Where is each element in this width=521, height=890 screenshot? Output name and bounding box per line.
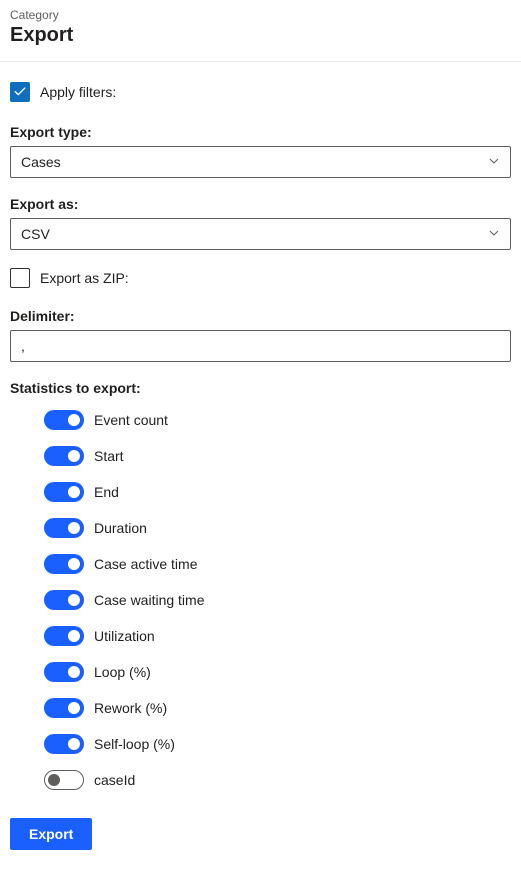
export-zip-checkbox[interactable] — [10, 268, 30, 288]
statistics-toggle-row: End — [44, 482, 511, 502]
toggle-knob — [68, 486, 80, 498]
toggle-knob — [68, 414, 80, 426]
statistics-toggle-label: Utilization — [94, 628, 155, 644]
statistics-toggle[interactable] — [44, 698, 84, 718]
statistics-toggle[interactable] — [44, 518, 84, 538]
chevron-down-icon — [488, 154, 500, 170]
delimiter-label: Delimiter: — [10, 308, 511, 324]
toggle-knob — [68, 450, 80, 462]
checkmark-icon — [13, 85, 27, 99]
statistics-toggle-list: Event count Start End Duration Case active t… — [10, 410, 511, 790]
export-type-select[interactable]: Cases — [10, 146, 511, 178]
export-type-label: Export type: — [10, 124, 511, 140]
header-category: Category — [10, 8, 511, 22]
export-type-field: Export type: Cases — [10, 124, 511, 178]
statistics-section: Statistics to export: Event count Start En… — [10, 380, 511, 790]
toggle-knob — [68, 558, 80, 570]
toggle-knob — [68, 738, 80, 750]
delimiter-field: Delimiter: — [10, 308, 511, 362]
toggle-knob — [48, 774, 60, 786]
export-as-select[interactable]: CSV — [10, 218, 511, 250]
statistics-toggle-row: Loop (%) — [44, 662, 511, 682]
statistics-toggle-row: Case waiting time — [44, 590, 511, 610]
statistics-toggle-label: Duration — [94, 520, 147, 536]
page-header: Category Export — [0, 0, 521, 62]
toggle-knob — [68, 702, 80, 714]
chevron-down-icon — [488, 226, 500, 242]
export-as-label: Export as: — [10, 196, 511, 212]
header-title: Export — [10, 24, 511, 47]
statistics-toggle-label: End — [94, 484, 119, 500]
export-form: Apply filters: Export type: Cases Export… — [0, 62, 521, 860]
statistics-toggle[interactable] — [44, 626, 84, 646]
statistics-toggle-row: Duration — [44, 518, 511, 538]
delimiter-input[interactable] — [10, 330, 511, 362]
statistics-toggle[interactable] — [44, 662, 84, 682]
export-type-value: Cases — [21, 154, 61, 170]
statistics-label: Statistics to export: — [10, 380, 511, 396]
statistics-toggle-label: Case waiting time — [94, 592, 205, 608]
apply-filters-row: Apply filters: — [10, 82, 511, 102]
statistics-toggle-label: Rework (%) — [94, 700, 167, 716]
statistics-toggle-label: Loop (%) — [94, 664, 151, 680]
statistics-toggle-row: caseId — [44, 770, 511, 790]
toggle-knob — [68, 666, 80, 678]
statistics-toggle[interactable] — [44, 590, 84, 610]
export-as-value: CSV — [21, 226, 50, 242]
statistics-toggle[interactable] — [44, 734, 84, 754]
statistics-toggle-label: Event count — [94, 412, 168, 428]
statistics-toggle-label: Case active time — [94, 556, 197, 572]
statistics-toggle-row: Case active time — [44, 554, 511, 574]
statistics-toggle-label: Self-loop (%) — [94, 736, 175, 752]
apply-filters-label: Apply filters: — [40, 84, 116, 100]
statistics-toggle[interactable] — [44, 446, 84, 466]
toggle-knob — [68, 594, 80, 606]
statistics-toggle[interactable] — [44, 410, 84, 430]
apply-filters-checkbox[interactable] — [10, 82, 30, 102]
statistics-toggle-row: Self-loop (%) — [44, 734, 511, 754]
statistics-toggle-label: caseId — [94, 772, 135, 788]
statistics-toggle-row: Utilization — [44, 626, 511, 646]
statistics-toggle[interactable] — [44, 482, 84, 502]
statistics-toggle[interactable] — [44, 554, 84, 574]
export-zip-label: Export as ZIP: — [40, 270, 129, 286]
statistics-toggle-row: Event count — [44, 410, 511, 430]
statistics-toggle-row: Start — [44, 446, 511, 466]
toggle-knob — [68, 630, 80, 642]
export-button[interactable]: Export — [10, 818, 92, 850]
toggle-knob — [68, 522, 80, 534]
statistics-toggle-row: Rework (%) — [44, 698, 511, 718]
statistics-toggle-label: Start — [94, 448, 124, 464]
statistics-toggle[interactable] — [44, 770, 84, 790]
export-zip-row: Export as ZIP: — [10, 268, 511, 288]
export-as-field: Export as: CSV — [10, 196, 511, 250]
